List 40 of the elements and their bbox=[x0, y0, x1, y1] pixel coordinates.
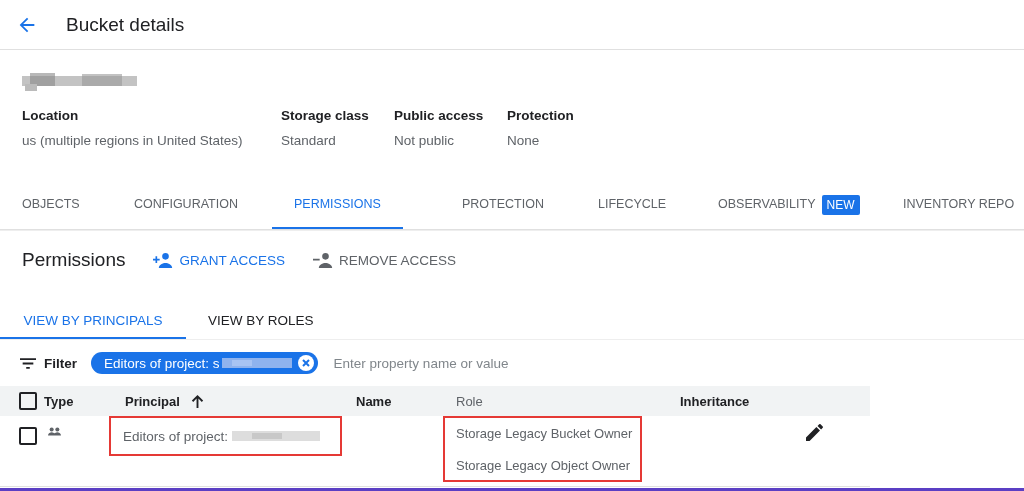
new-badge: NEW bbox=[821, 194, 860, 215]
remove-person-icon bbox=[313, 252, 333, 268]
filter-icon[interactable] bbox=[20, 357, 36, 369]
property-label: Location bbox=[22, 108, 80, 123]
tab[interactable]: PERMISSIONS bbox=[272, 180, 403, 229]
grant-access-button[interactable]: GRANT ACCESS bbox=[153, 252, 285, 268]
property-label: Public access bbox=[394, 108, 485, 123]
column-header[interactable]: Type bbox=[44, 393, 74, 409]
property-label: Storage class bbox=[281, 108, 370, 123]
tab[interactable]: LIFECYCLE bbox=[576, 180, 689, 229]
column-header[interactable]: Inheritance bbox=[680, 393, 750, 409]
close-icon[interactable] bbox=[297, 355, 314, 371]
tab[interactable]: PROTECTION bbox=[440, 180, 566, 229]
column-header[interactable]: Name bbox=[356, 393, 392, 409]
view-tab[interactable]: VIEW BY PRINCIPALS bbox=[0, 303, 186, 339]
section-title: Permissions bbox=[22, 249, 126, 271]
role-text: Storage Legacy Bucket Owner bbox=[456, 426, 633, 441]
sort-up-arrow-icon bbox=[189, 393, 205, 409]
redacted-text bbox=[221, 358, 292, 368]
principal-text: Editors of project: bbox=[123, 428, 229, 444]
property-value: us (multiple regions in United States) bbox=[22, 133, 244, 148]
page-title: Bucket details bbox=[66, 13, 185, 36]
property-value: None bbox=[507, 133, 541, 148]
property-label: Protection bbox=[507, 108, 575, 123]
tab[interactable]: OBJECTS bbox=[0, 180, 102, 229]
role-text: Storage Legacy Object Owner bbox=[456, 458, 631, 473]
filter-label: Filter bbox=[44, 355, 77, 371]
select-all-checkbox[interactable] bbox=[19, 392, 37, 410]
tab[interactable]: CONFIGURATION bbox=[112, 180, 260, 229]
property-value: Standard bbox=[281, 133, 337, 148]
add-person-icon bbox=[153, 252, 174, 268]
tab[interactable]: INVENTORY REPO bbox=[881, 180, 1024, 229]
group-icon bbox=[48, 427, 61, 436]
row-checkbox[interactable] bbox=[19, 427, 37, 445]
filter-chip[interactable]: Editors of project: s bbox=[91, 352, 318, 374]
column-header[interactable]: Role bbox=[456, 393, 483, 409]
property-value: Not public bbox=[394, 133, 456, 148]
view-tab[interactable]: VIEW BY ROLES bbox=[186, 303, 336, 339]
column-header[interactable]: Principal bbox=[125, 393, 205, 409]
edit-pencil-icon[interactable] bbox=[806, 424, 823, 441]
